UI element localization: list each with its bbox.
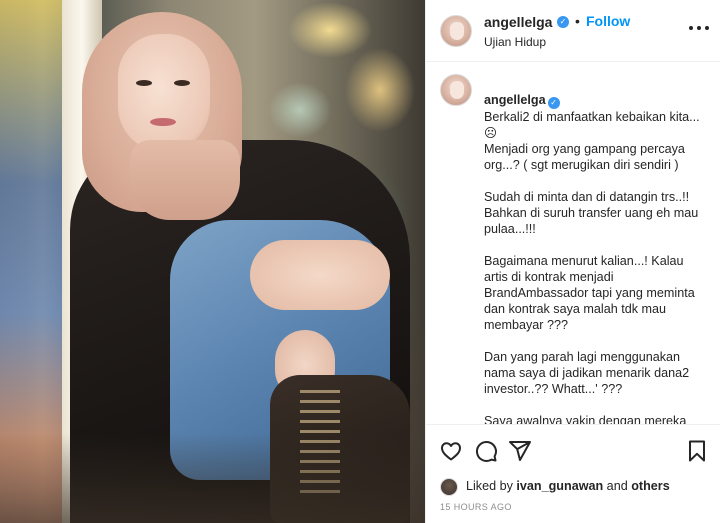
likes-middle: and (603, 479, 632, 493)
author-username[interactable]: angellelga (484, 14, 552, 30)
more-dot (689, 26, 693, 30)
share-icon[interactable] (508, 439, 532, 463)
photo-face (118, 34, 210, 152)
follow-button[interactable]: Follow (586, 13, 630, 29)
caption-paragraph: Menjadi org yang gampang percaya org...?… (484, 142, 685, 172)
heart-icon[interactable] (439, 439, 463, 463)
caption-paragraph: Bagaimana menurut kalian...! Kalau artis… (484, 254, 695, 332)
more-options-icon[interactable] (689, 23, 709, 33)
more-dot (705, 26, 709, 30)
post-side-panel: angellelga ✓ • Follow Ujian Hidup angell… (425, 0, 720, 523)
post-location[interactable]: Ujian Hidup (484, 35, 546, 49)
caption-first-text: Berkali2 di manfaatkan kebaikan kita...☹ (484, 110, 700, 140)
caption-text: angellelga ✓ Berkali2 di manfaatkan kebai… (484, 76, 709, 424)
caption-area: angellelga ✓ Berkali2 di manfaatkan kebai… (426, 62, 720, 424)
comment-icon[interactable] (474, 439, 498, 463)
liker-avatar[interactable] (440, 478, 458, 496)
post-header: angellelga ✓ • Follow Ujian Hidup (426, 0, 720, 62)
bookmark-icon[interactable] (685, 439, 709, 463)
action-bar (426, 424, 720, 476)
photo-lips (150, 118, 176, 126)
photo-eye-right (174, 80, 190, 86)
more-dot (697, 26, 701, 30)
photo-eye-left (136, 80, 152, 86)
caption-first-line: angellelga ✓ Berkali2 di manfaatkan kebai… (484, 76, 709, 141)
photo-hands (250, 240, 390, 310)
caption-author-username[interactable]: angellelga (484, 93, 546, 107)
caption-paragraph: Saya awalnya yakin dengan mereka dan mau… (484, 414, 687, 424)
caption-verified-badge-icon: ✓ (547, 97, 560, 109)
likes-others-link[interactable]: others (631, 479, 670, 493)
post-photo[interactable] (0, 0, 425, 523)
photo-floor (0, 433, 425, 523)
header-separator: • (575, 13, 580, 29)
likes-row: Liked by ivan_gunawan and others (426, 476, 720, 498)
caption-paragraph: Dan yang parah lagi menggunakan nama say… (484, 350, 690, 396)
liker-username[interactable]: ivan_gunawan (516, 479, 603, 493)
caption-paragraph: Sudah di minta dan di datangin trs..!! B… (484, 190, 699, 236)
verified-badge-icon: ✓ (557, 16, 569, 28)
post-timestamp[interactable]: 15 HOURS AGO (440, 502, 512, 512)
likes-prefix: Liked by (466, 479, 517, 493)
photo-scarf (130, 140, 240, 220)
likes-summary: Liked by ivan_gunawan and others (466, 479, 670, 493)
caption-author-avatar[interactable] (440, 74, 472, 106)
author-avatar[interactable] (440, 15, 472, 47)
